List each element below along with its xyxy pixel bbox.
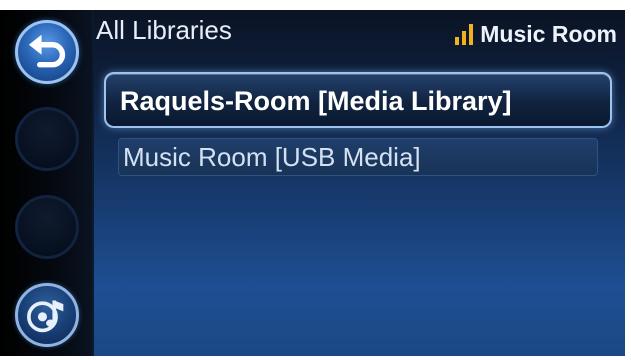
- zone-name: Music Room: [480, 20, 617, 47]
- zone-indicator[interactable]: Music Room: [454, 19, 617, 49]
- bezel-right: [625, 0, 631, 360]
- music-disc-icon: [27, 300, 64, 333]
- music-source-button[interactable]: [15, 283, 79, 347]
- screen: All Libraries Music Room Raquels-Room [M…: [0, 0, 631, 360]
- signal-bars-icon: [455, 24, 474, 45]
- back-button[interactable]: [15, 20, 79, 84]
- back-arrow-icon: [28, 34, 66, 68]
- library-item[interactable]: Music Room [USB Media]: [118, 138, 598, 176]
- bezel-bottom: [0, 356, 631, 360]
- sidebar: [0, 10, 94, 356]
- library-item-selected[interactable]: Raquels-Room [Media Library]: [104, 72, 612, 128]
- bezel-top: [0, 0, 631, 10]
- empty-button-2[interactable]: [15, 195, 79, 259]
- empty-button-1[interactable]: [15, 107, 79, 171]
- library-list: Raquels-Room [Media Library] Music Room …: [104, 72, 612, 186]
- page-title: All Libraries: [96, 15, 232, 45]
